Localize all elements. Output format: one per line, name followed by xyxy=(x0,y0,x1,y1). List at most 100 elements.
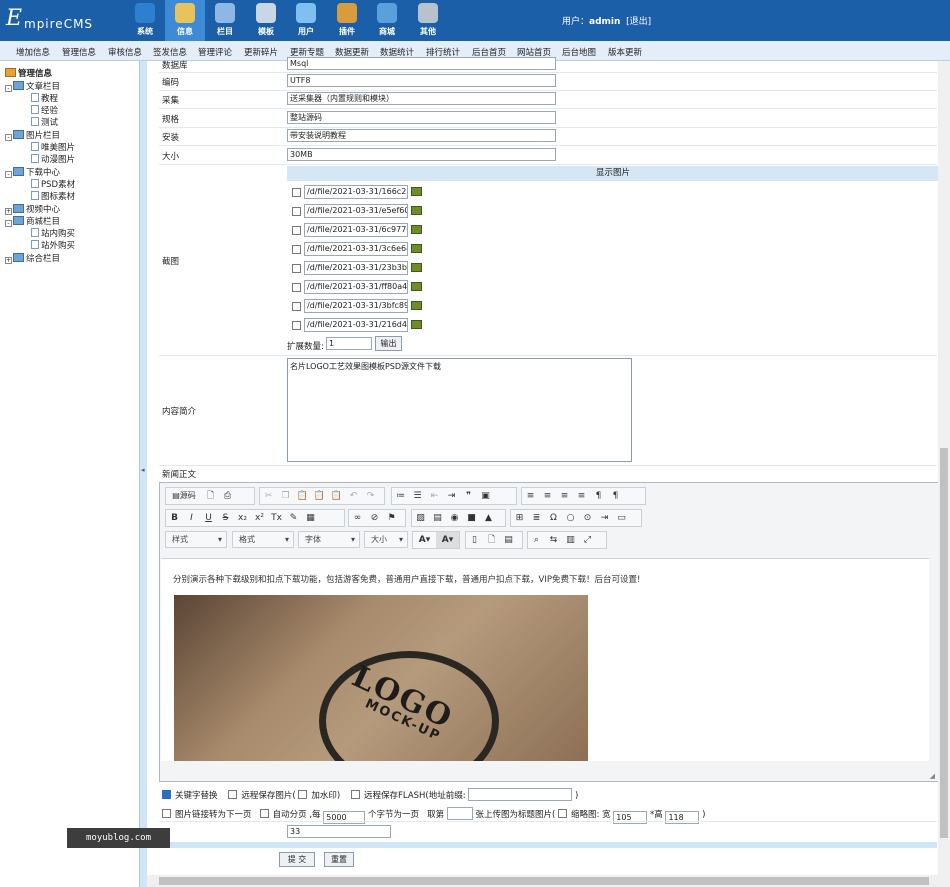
flash-icon[interactable]: ▤ xyxy=(429,510,446,526)
paste-icon[interactable]: 📋 xyxy=(294,488,311,504)
indent-icon[interactable]: ⇥ xyxy=(443,488,460,504)
screenshot-path-input[interactable]: /d/file/2021-03-31/3c6e64b xyxy=(304,242,408,256)
auto-page-checkbox[interactable] xyxy=(259,809,269,818)
undo-icon[interactable]: ↶ xyxy=(345,488,362,504)
screenshot-path-input[interactable]: /d/file/2021-03-31/166c25c xyxy=(304,185,408,199)
code-icon[interactable]: ▭ xyxy=(613,510,630,526)
image-select-icon[interactable] xyxy=(411,282,422,291)
special-char-icon[interactable]: Ω xyxy=(545,510,562,526)
bg-color-icon[interactable]: A▾ xyxy=(436,532,459,548)
logo-mockup-image[interactable]: LOGO MOCK-UP xyxy=(174,595,588,761)
screenshot-checkbox[interactable] xyxy=(292,302,301,311)
nav-info[interactable]: 信息 xyxy=(165,0,205,41)
menu-version-update[interactable]: 版本更新 xyxy=(608,46,642,58)
flash-prefix-input[interactable] xyxy=(468,788,573,801)
preview-icon[interactable]: 🗋 xyxy=(202,488,219,504)
screenshot-path-input[interactable]: /d/file/2021-03-31/ff80a45 xyxy=(304,280,408,294)
field-input-spec[interactable]: 整站源码 xyxy=(287,111,556,124)
menu-review-info[interactable]: 审核信息 xyxy=(108,46,142,58)
menu-admin-map[interactable]: 后台地图 xyxy=(562,46,596,58)
tree-node-icons[interactable]: 图标素材 xyxy=(31,190,75,202)
numbered-list-icon[interactable]: ≔ xyxy=(392,488,409,504)
bold-icon[interactable]: B xyxy=(166,510,183,526)
tree-node-downloads[interactable]: - 下载中心 xyxy=(5,166,60,178)
nav-plugin[interactable]: 插件 xyxy=(327,0,367,41)
bulleted-list-icon[interactable]: ☰ xyxy=(409,488,426,504)
watermark-checkbox[interactable] xyxy=(298,790,308,799)
tree-node-video[interactable]: + 视频中心 xyxy=(5,203,60,215)
tree-node-outside-buy[interactable]: 站外购买 xyxy=(31,239,75,251)
format-painter-icon[interactable]: ✎ xyxy=(285,510,302,526)
ltr-icon[interactable]: ¶ xyxy=(590,488,607,504)
tree-node-shop[interactable]: - 商城栏目 xyxy=(5,215,60,227)
align-right-icon[interactable]: ≡ xyxy=(556,488,573,504)
strike-icon[interactable]: S xyxy=(217,510,234,526)
screenshot-checkbox[interactable] xyxy=(292,283,301,292)
table-icon[interactable]: ⊞ xyxy=(511,510,528,526)
justify-icon[interactable]: ≡ xyxy=(573,488,590,504)
image-select-icon[interactable] xyxy=(411,301,422,310)
show-blocks-icon[interactable]: ▥ xyxy=(562,532,579,548)
screenshot-checkbox[interactable] xyxy=(292,245,301,254)
iframe-icon[interactable]: ⇥ xyxy=(596,510,613,526)
horizontal-rule-icon[interactable]: ≣ xyxy=(528,510,545,526)
tree-node-images[interactable]: - 图片栏目 xyxy=(5,129,60,141)
screenshot-path-input[interactable]: /d/file/2021-03-31/216d4c3 xyxy=(304,318,408,332)
format-dropdown[interactable]: 格式 ▾ xyxy=(232,531,294,548)
copy-icon[interactable]: ❐ xyxy=(277,488,294,504)
screenshot-path-input[interactable]: /d/file/2021-03-31/3bfc892 xyxy=(304,299,408,313)
page-break-icon[interactable]: ⊙ xyxy=(579,510,596,526)
link-icon[interactable]: ∞ xyxy=(349,510,366,526)
tree-node-anime-images[interactable]: 动漫图片 xyxy=(31,153,75,165)
screenshot-checkbox[interactable] xyxy=(292,207,301,216)
page-size-input[interactable]: 5000 xyxy=(323,811,366,824)
intro-textarea[interactable]: 名片LOGO工艺效果图模板PSD源文件下载 xyxy=(287,358,632,462)
image-select-icon[interactable] xyxy=(411,225,422,234)
rtl-icon[interactable]: ¶ xyxy=(607,488,624,504)
menu-update-fragments[interactable]: 更新碎片 xyxy=(244,46,278,58)
fullscreen-icon[interactable]: ⤢ xyxy=(579,532,596,548)
tree-node-experience[interactable]: 经验 xyxy=(31,104,58,116)
redo-icon[interactable]: ↷ xyxy=(362,488,379,504)
tree-node-tutorial[interactable]: 教程 xyxy=(31,92,58,104)
extra-field-input[interactable]: 33 xyxy=(287,825,391,838)
media-icon[interactable]: ◉ xyxy=(446,510,463,526)
keyword-replace-checkbox[interactable] xyxy=(162,790,171,799)
page-horizontal-scrollbar[interactable] xyxy=(147,875,950,887)
field-input-size[interactable]: 30MB xyxy=(287,148,556,161)
screenshot-checkbox[interactable] xyxy=(292,264,301,273)
nav-system[interactable]: 系统 xyxy=(125,0,165,41)
scroll-thumb[interactable] xyxy=(159,877,929,885)
image-icon[interactable]: ▨ xyxy=(412,510,429,526)
size-dropdown[interactable]: 大小 ▾ xyxy=(364,531,408,548)
align-left-icon[interactable]: ≡ xyxy=(522,488,539,504)
image-select-icon[interactable] xyxy=(411,263,422,272)
screenshot-path-input[interactable]: /d/file/2021-03-31/e5ef605 xyxy=(304,204,408,218)
submit-button[interactable]: 提 交 xyxy=(279,852,315,867)
nav-shop[interactable]: 商城 xyxy=(367,0,407,41)
paste-text-icon[interactable]: 📋 xyxy=(311,488,328,504)
reset-button[interactable]: 重置 xyxy=(324,852,354,867)
remote-save-img-checkbox[interactable] xyxy=(228,790,238,799)
source-button[interactable]: ▤源码 xyxy=(166,488,202,504)
nav-column[interactable]: 栏目 xyxy=(205,0,245,41)
thumbnail-checkbox[interactable] xyxy=(558,809,568,818)
field-input-database[interactable]: Msql xyxy=(287,57,556,70)
menu-add-info[interactable]: 增加信息 xyxy=(16,46,50,58)
tree-root[interactable]: 管理信息 xyxy=(5,67,52,79)
menu-manage-info[interactable]: 管理信息 xyxy=(62,46,96,58)
nav-user[interactable]: 用户 xyxy=(286,0,326,41)
nav-other[interactable]: 其他 xyxy=(408,0,448,41)
find-icon[interactable]: ⌕ xyxy=(528,532,545,548)
menu-manage-comments[interactable]: 管理评论 xyxy=(198,46,232,58)
cut-icon[interactable]: ✂ xyxy=(260,488,277,504)
text-color-icon[interactable]: A▾ xyxy=(413,532,436,548)
nav-template[interactable]: 模板 xyxy=(246,0,286,41)
tree-node-inside-buy[interactable]: 站内购买 xyxy=(31,227,75,239)
resize-grip-icon[interactable]: ◢ xyxy=(930,772,935,780)
screenshot-checkbox[interactable] xyxy=(292,226,301,235)
title-image-index-input[interactable] xyxy=(446,807,473,820)
image-select-icon[interactable] xyxy=(411,187,422,196)
field-input-encoding[interactable]: UTF8 xyxy=(287,74,556,87)
new-page-icon[interactable]: 🗋 xyxy=(483,532,500,548)
